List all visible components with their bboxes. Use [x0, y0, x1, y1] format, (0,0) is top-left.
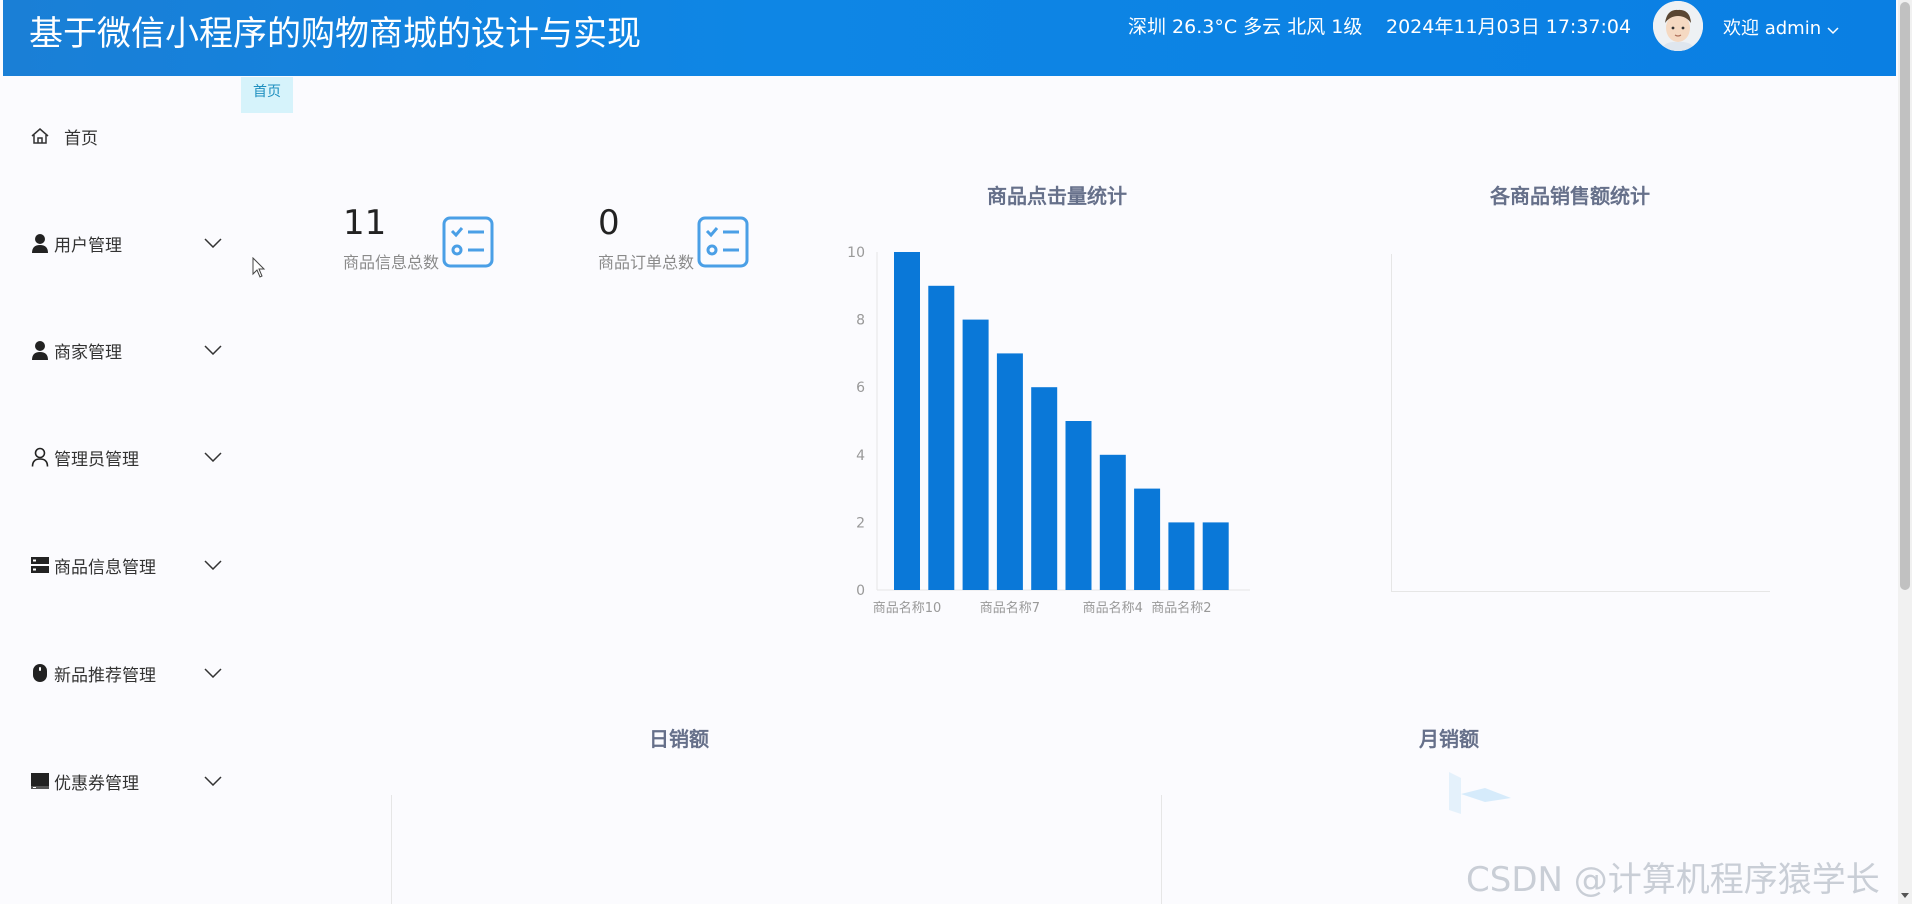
bar-商品名称10[interactable] [894, 252, 920, 590]
stat-value-orders: 0 [598, 203, 620, 243]
y-tick-label: 8 [856, 313, 865, 329]
sidebar-item-label: 用户管理 [54, 235, 122, 256]
bar-商品名称8[interactable] [962, 319, 989, 590]
sidebar-item-label: 首页 [64, 128, 98, 149]
weather-info: 深圳 26.3°C 多云 北风 1级 [1128, 16, 1363, 38]
sidebar-item-label: 商品信息管理 [54, 557, 156, 578]
sidebar-item-users[interactable]: 用户管理 [30, 223, 230, 263]
y-tick-label: 6 [856, 380, 865, 396]
user-icon [30, 340, 50, 360]
checklist-icon [697, 216, 749, 268]
sidebar-item-label: 商家管理 [54, 342, 122, 363]
bar-商品名称2[interactable] [1168, 522, 1195, 590]
x-tick-label: 商品名称2 [1151, 600, 1211, 616]
chevron-down-icon [204, 771, 222, 790]
y-tick-label: 4 [856, 448, 865, 464]
avatar-illustration [1653, 1, 1703, 51]
y-tick-label: 2 [856, 515, 865, 531]
stat-value-products: 11 [343, 203, 387, 243]
sales-chart-baseline [1391, 591, 1770, 592]
stat-label-orders: 商品订单总数 [598, 253, 695, 272]
chevron-down-icon [204, 663, 222, 682]
avatar[interactable] [1653, 1, 1703, 51]
monthly-chart-axis [1161, 795, 1162, 904]
bar-商品名称3[interactable] [1134, 488, 1161, 590]
chevron-down-icon [204, 555, 222, 574]
sidebar-item-label: 管理员管理 [54, 449, 139, 470]
y-tick-label: 10 [847, 245, 865, 261]
sales-chart-axis [1391, 254, 1392, 592]
sidebar-item-products[interactable]: 商品信息管理 [30, 545, 230, 585]
sidebar-item-label: 新品推荐管理 [54, 665, 156, 686]
breadcrumb-tag-home[interactable]: 首页 [241, 77, 293, 113]
chart-title-monthly-sales: 月销额 [1419, 727, 1479, 751]
bar-商品名称5[interactable] [1065, 421, 1092, 590]
monitor-icon [30, 771, 50, 791]
play-loading-icon [1449, 772, 1511, 814]
chevron-down-icon [204, 233, 222, 252]
clicks-bar-chart: 0 2 4 6 8 10 商品名称10 商品名称7 商品名称4 商品名称2 [847, 245, 1250, 616]
sidebar-item-home[interactable]: 首页 [30, 116, 230, 156]
bar-商品名称4[interactable] [1099, 454, 1126, 590]
user-outline-icon [30, 447, 50, 467]
stat-label-products: 商品信息总数 [343, 253, 440, 272]
bar-商品名称6[interactable] [1031, 387, 1058, 590]
chart-title-daily-sales: 日销额 [649, 727, 709, 751]
server-icon [30, 555, 50, 575]
sidebar: 首页 用户管理 商家管理 管理员管理 商品信息管理 新品推荐管理 优惠券管理 [0, 76, 240, 904]
chevron-down-icon [204, 447, 222, 466]
scrollbar-thumb[interactable] [1900, 2, 1910, 590]
bar-商品名称9[interactable] [928, 285, 955, 590]
x-tick-label: 商品名称10 [873, 600, 942, 616]
daily-chart-axis [391, 795, 392, 904]
watermark: CSDN @计算机程序猿学长 [1466, 860, 1880, 900]
cursor-icon [252, 257, 266, 278]
x-tick-label: 商品名称7 [980, 600, 1040, 616]
bar-商品名称7[interactable] [996, 353, 1023, 590]
top-header: 基于微信小程序的购物商城的设计与实现 深圳 26.3°C 多云 北风 1级 20… [3, 0, 1896, 76]
sidebar-item-merchants[interactable]: 商家管理 [30, 330, 230, 370]
bar-商品名称1[interactable] [1202, 522, 1229, 590]
sidebar-item-label: 优惠券管理 [54, 773, 139, 794]
sidebar-item-admins[interactable]: 管理员管理 [30, 437, 230, 477]
current-datetime: 2024年11月03日 17:37:04 [1386, 16, 1632, 38]
chart-title-clicks: 商品点击量统计 [987, 184, 1127, 208]
y-tick-label: 0 [856, 583, 865, 599]
checklist-icon [442, 216, 494, 268]
user-menu[interactable]: 欢迎 admin [1723, 14, 1839, 40]
scroll-down-arrow-icon[interactable] [1900, 890, 1910, 900]
sidebar-item-coupons[interactable]: 优惠券管理 [30, 761, 230, 801]
home-icon [30, 126, 50, 146]
chart-title-sales-by-product: 各商品销售额统计 [1490, 184, 1650, 208]
chevron-down-icon [1827, 19, 1839, 40]
sidebar-item-new-products[interactable]: 新品推荐管理 [30, 653, 230, 693]
mouse-icon [30, 663, 50, 683]
chevron-down-icon [204, 340, 222, 359]
welcome-text: 欢迎 admin [1723, 18, 1822, 39]
x-tick-label: 商品名称4 [1083, 600, 1143, 616]
user-icon [30, 233, 50, 253]
app-title: 基于微信小程序的购物商城的设计与实现 [29, 14, 641, 54]
